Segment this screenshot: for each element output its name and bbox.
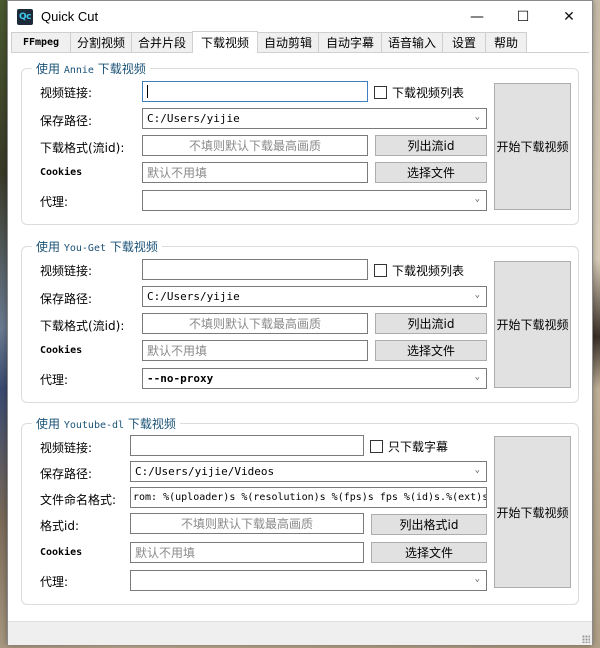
youget-format-label: 下载格式(流id): xyxy=(40,319,125,333)
youtubedl-path-label: 保存路径: xyxy=(40,467,93,481)
chevron-down-icon: ⌄ xyxy=(474,290,480,300)
youtubedl-naming-label: 文件命名格式: xyxy=(40,493,117,507)
youget-format-input[interactable]: 不填则默认下载最高画质 xyxy=(142,313,368,334)
youtubedl-cookies-input[interactable]: 默认不用填 xyxy=(130,542,364,563)
youget-choose-file-button[interactable]: 选择文件 xyxy=(375,340,487,361)
resize-grip-icon[interactable] xyxy=(582,635,590,643)
annie-list-streams-button[interactable]: 列出流id xyxy=(375,135,487,156)
youget-proxy-combobox[interactable]: --no-proxy ⌄ xyxy=(142,368,487,389)
chevron-down-icon: ⌄ xyxy=(474,574,480,584)
youget-url-input[interactable] xyxy=(142,259,368,280)
youtubedl-url-input[interactable] xyxy=(130,435,364,456)
annie-start-download-button[interactable]: 开始下载视频 xyxy=(494,83,571,210)
chevron-down-icon: ⌄ xyxy=(474,112,480,122)
title-bar: Qc Quick Cut — ☐ ✕ xyxy=(8,1,592,32)
annie-choose-file-button[interactable]: 选择文件 xyxy=(375,162,487,183)
youget-group: 使用 You-Get 下载视频 视频链接: 下载视频列表 保存路径: C:/Us… xyxy=(21,238,579,403)
youget-path-combobox[interactable]: C:/Users/yijie ⌄ xyxy=(142,286,487,307)
youget-cookies-input[interactable]: 默认不用填 xyxy=(142,340,368,361)
status-bar xyxy=(8,621,592,645)
annie-url-label: 视频链接: xyxy=(40,86,93,100)
youtubedl-subtitles-only-checkbox[interactable]: 只下载字幕 xyxy=(370,438,448,455)
text-caret xyxy=(147,85,148,98)
youget-path-label: 保存路径: xyxy=(40,292,93,306)
tab-ffmpeg[interactable]: FFmpeg xyxy=(11,32,71,52)
annie-proxy-combobox[interactable]: ⌄ xyxy=(142,190,487,211)
youtubedl-choose-file-button[interactable]: 选择文件 xyxy=(371,542,487,563)
annie-group: 使用 Annie 下载视频 视频链接: 下载视频列表 保存路径: C:/User… xyxy=(21,60,579,225)
close-button[interactable]: ✕ xyxy=(546,1,592,32)
annie-format-input[interactable]: 不填则默认下载最高画质 xyxy=(142,135,368,156)
youtubedl-naming-input[interactable]: rom: %(uploader)s %(resolution)s %(fps)s… xyxy=(130,487,487,508)
annie-path-combobox[interactable]: C:/Users/yijie ⌄ xyxy=(142,108,487,129)
tab-help[interactable]: 帮助 xyxy=(485,32,527,52)
tab-voice-input[interactable]: 语音输入 xyxy=(381,32,443,52)
annie-path-label: 保存路径: xyxy=(40,114,93,128)
youtubedl-proxy-label: 代理: xyxy=(40,575,69,589)
tab-auto-subtitle[interactable]: 自动字幕 xyxy=(318,32,382,52)
youtubedl-format-input[interactable]: 不填则默认下载最高画质 xyxy=(130,513,364,534)
youtubedl-list-formats-button[interactable]: 列出格式id xyxy=(371,514,487,535)
youtubedl-format-label: 格式id: xyxy=(40,519,79,533)
maximize-button[interactable]: ☐ xyxy=(500,1,546,32)
youtubedl-group: 使用 Youtube-dl 下载视频 视频链接: 只下载字幕 保存路径: C:/… xyxy=(21,415,579,605)
tab-auto-edit[interactable]: 自动剪辑 xyxy=(257,32,319,52)
annie-cookies-input[interactable]: 默认不用填 xyxy=(142,162,368,183)
tab-bar: FFmpeg 分割视频 合并片段 下载视频 自动剪辑 自动字幕 语音输入 设置 … xyxy=(11,31,589,53)
youtubedl-start-download-button[interactable]: 开始下载视频 xyxy=(494,436,571,588)
youget-url-label: 视频链接: xyxy=(40,264,93,278)
chevron-down-icon: ⌄ xyxy=(474,372,480,382)
tab-split-video[interactable]: 分割视频 xyxy=(70,32,132,52)
youget-start-download-button[interactable]: 开始下载视频 xyxy=(494,261,571,388)
annie-cookies-label: Cookies xyxy=(40,167,83,178)
annie-playlist-checkbox[interactable]: 下载视频列表 xyxy=(374,84,464,101)
annie-playlist-checkbox-label: 下载视频列表 xyxy=(392,86,465,100)
youtubedl-subtitles-only-label: 只下载字幕 xyxy=(388,440,449,454)
tab-download-video[interactable]: 下载视频 xyxy=(192,31,258,53)
checkbox-box[interactable] xyxy=(374,86,387,99)
youget-cookies-label: Cookies xyxy=(40,345,83,356)
window-title: Quick Cut xyxy=(41,9,99,24)
annie-proxy-label: 代理: xyxy=(40,195,69,209)
checkbox-box[interactable] xyxy=(374,264,387,277)
app-window: Qc Quick Cut — ☐ ✕ FFmpeg 分割视频 合并片段 下载视频… xyxy=(7,0,593,645)
youtubedl-path-combobox[interactable]: C:/Users/yijie/Videos ⌄ xyxy=(130,461,487,482)
checkbox-box[interactable] xyxy=(370,440,383,453)
youget-list-streams-button[interactable]: 列出流id xyxy=(375,313,487,334)
minimize-button[interactable]: — xyxy=(454,1,500,32)
youget-group-title: 使用 You-Get 下载视频 xyxy=(32,238,162,255)
youget-proxy-label: 代理: xyxy=(40,373,69,387)
youtubedl-group-title: 使用 Youtube-dl 下载视频 xyxy=(32,415,180,432)
chevron-down-icon: ⌄ xyxy=(474,465,480,475)
youtubedl-proxy-combobox[interactable]: ⌄ xyxy=(130,570,487,591)
annie-format-label: 下载格式(流id): xyxy=(40,141,125,155)
youget-playlist-checkbox[interactable]: 下载视频列表 xyxy=(374,262,464,279)
youget-playlist-checkbox-label: 下载视频列表 xyxy=(392,264,465,278)
tab-merge-clips[interactable]: 合并片段 xyxy=(131,32,193,52)
youtubedl-cookies-label: Cookies xyxy=(40,547,83,558)
annie-url-input[interactable] xyxy=(142,81,368,102)
app-logo-icon: Qc xyxy=(17,8,33,25)
tab-settings[interactable]: 设置 xyxy=(442,32,486,52)
annie-group-title: 使用 Annie 下载视频 xyxy=(32,60,150,77)
youtubedl-url-label: 视频链接: xyxy=(40,441,93,455)
chevron-down-icon: ⌄ xyxy=(474,194,480,204)
